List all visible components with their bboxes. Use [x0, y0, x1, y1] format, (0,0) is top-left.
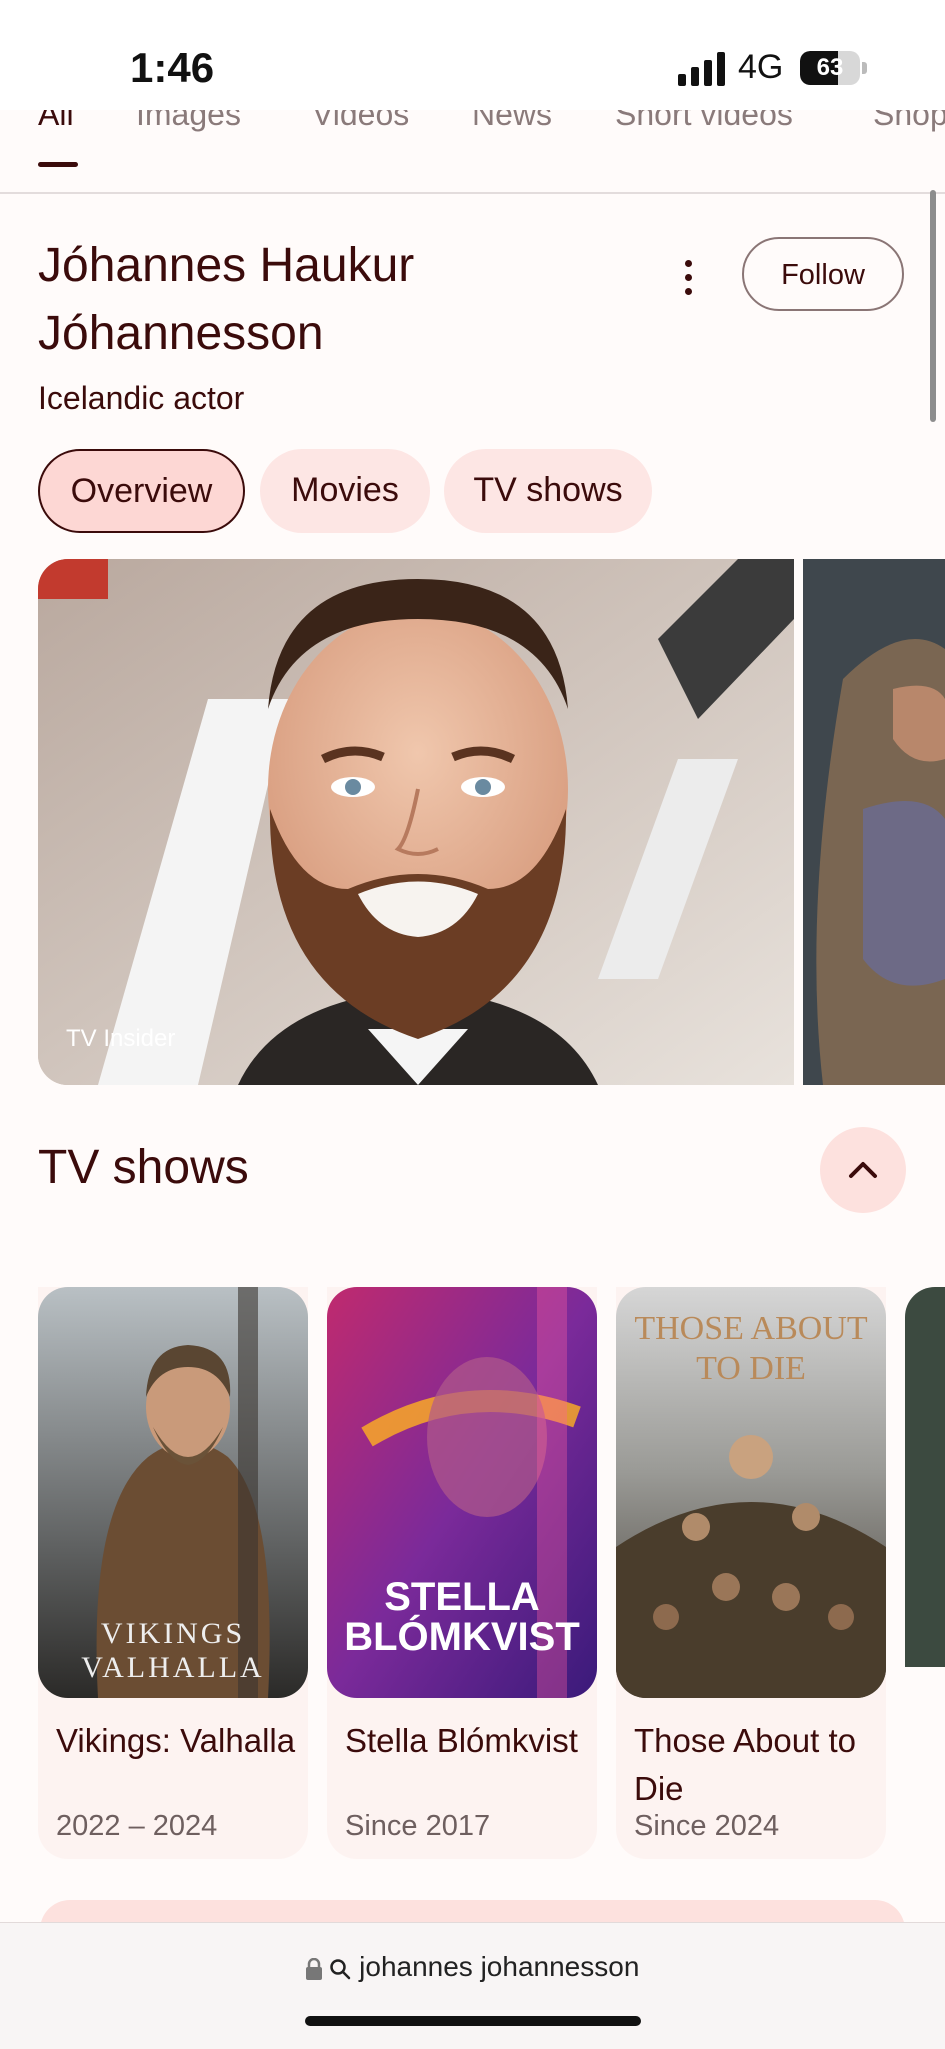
- poster-those-about-to-die: THOSE ABOUT TO DIE: [616, 1287, 886, 1698]
- home-indicator[interactable]: [305, 2016, 641, 2026]
- tab-shopping[interactable]: Shopping: [873, 110, 945, 133]
- collapse-button[interactable]: [820, 1127, 906, 1213]
- chip-overview[interactable]: Overview: [38, 449, 245, 533]
- tab-news[interactable]: News: [472, 110, 552, 133]
- actor-photo-secondary[interactable]: [803, 559, 945, 1085]
- chevron-up-icon: [849, 1162, 877, 1178]
- cellular-signal-icon: [678, 52, 725, 86]
- tv-show-years: 2022 – 2024: [56, 1810, 218, 1842]
- tv-show-title: Stella Blómkvist: [345, 1722, 578, 1759]
- chip-movies[interactable]: Movies: [260, 449, 430, 533]
- actor-photo[interactable]: TV Insider: [38, 559, 794, 1085]
- clock: 1:46: [130, 44, 215, 91]
- section-title-tv-shows: TV shows: [38, 1141, 249, 1194]
- active-tab-indicator: [38, 162, 78, 167]
- tab-short-videos[interactable]: Short videos: [615, 110, 793, 133]
- tv-show-card[interactable]: THOSE ABOUT TO DIE Those About to Die Si…: [616, 1287, 886, 1859]
- tv-show-card[interactable]: T 20: [905, 1287, 945, 1667]
- tab-videos[interactable]: Videos: [312, 110, 409, 133]
- more-options-icon[interactable]: [668, 252, 708, 302]
- image-source-caption: TV Insider: [66, 1025, 176, 1052]
- tab-all[interactable]: All: [38, 110, 74, 133]
- search-query: johannes johannesson: [359, 1951, 640, 1982]
- tv-show-years: Since 2017: [345, 1810, 491, 1842]
- actor-portrait-image: [38, 559, 794, 1085]
- tv-show-card[interactable]: VIKINGS VALHALLA Vikings: Valhalla 2022 …: [38, 1287, 308, 1859]
- tv-show-years: Since 2024: [634, 1810, 780, 1842]
- tv-show-card[interactable]: STELLA BLÓMKVIST Stella Blómkvist Since …: [327, 1287, 597, 1859]
- lock-icon: [305, 1957, 322, 1980]
- poster-title: THOSE ABOUT TO DIE: [634, 1310, 868, 1387]
- tv-show-title: Vikings: Valhalla: [56, 1722, 296, 1759]
- poster-stella-blomkvist: STELLA BLÓMKVIST: [327, 1287, 597, 1698]
- search-tabs: All Images Videos News Short videos Shop…: [0, 110, 945, 194]
- poster-title: VIKINGS VALHALLA: [81, 1617, 265, 1684]
- network-type: 4G: [738, 48, 784, 86]
- battery-nub: [862, 62, 867, 74]
- battery-icon: 63: [800, 51, 860, 85]
- poster-title: STELLA BLÓMKVIST: [344, 1575, 580, 1659]
- follow-button[interactable]: Follow: [742, 237, 904, 311]
- search-icon: [330, 1958, 351, 1979]
- entity-subtitle: Icelandic actor: [38, 380, 245, 416]
- actor-costume-image: [803, 559, 945, 1085]
- tab-images[interactable]: Images: [136, 110, 241, 133]
- battery-percentage: 63: [816, 54, 844, 81]
- entity-title: Jóhannes Haukur Jóhannesson: [38, 239, 415, 360]
- scrollbar[interactable]: [930, 190, 936, 422]
- chip-tv-shows[interactable]: TV shows: [444, 449, 652, 533]
- poster-partial: [905, 1287, 945, 1667]
- tv-show-title: Those About to Die: [634, 1722, 856, 1807]
- poster-vikings-valhalla: VIKINGS VALHALLA: [38, 1287, 308, 1698]
- address-bar[interactable]: johannes johannesson: [0, 1922, 945, 2049]
